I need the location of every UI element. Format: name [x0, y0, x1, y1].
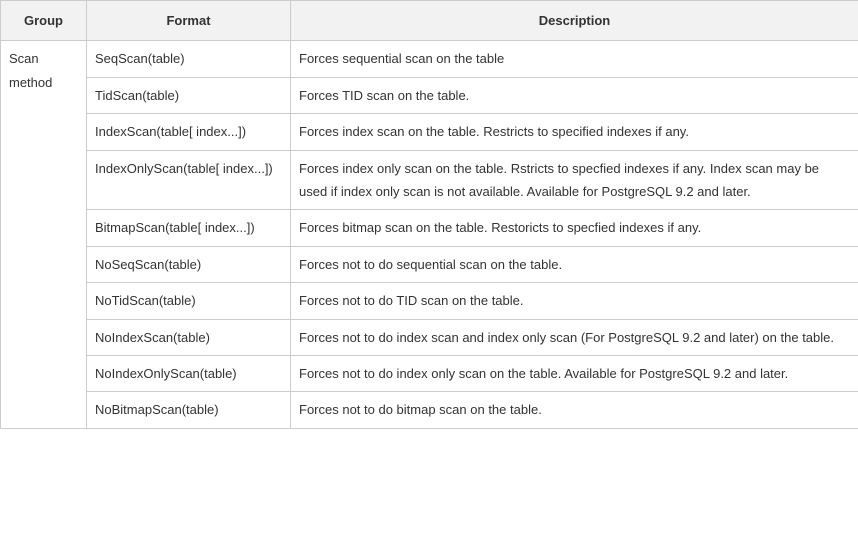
table-row: Scan method SeqScan(table) Forces sequen… [1, 41, 858, 77]
table-row: NoIndexOnlyScan(table) Forces not to do … [1, 355, 858, 391]
table-row: IndexOnlyScan(table[ index...]) Forces i… [1, 150, 858, 210]
format-cell: BitmapScan(table[ index...]) [87, 210, 291, 246]
description-cell: Forces sequential scan on the table [291, 41, 858, 77]
col-header-description: Description [291, 1, 858, 41]
group-cell: Scan method [1, 41, 87, 428]
description-cell: Forces not to do index only scan on the … [291, 355, 858, 391]
description-cell: Forces not to do sequential scan on the … [291, 246, 858, 282]
table-row: TidScan(table) Forces TID scan on the ta… [1, 77, 858, 113]
description-cell: Forces not to do index scan and index on… [291, 319, 858, 355]
col-header-group: Group [1, 1, 87, 41]
col-header-format: Format [87, 1, 291, 41]
table-row: NoBitmapScan(table) Forces not to do bit… [1, 392, 858, 428]
table-row: NoSeqScan(table) Forces not to do sequen… [1, 246, 858, 282]
format-cell: SeqScan(table) [87, 41, 291, 77]
format-cell: NoBitmapScan(table) [87, 392, 291, 428]
format-cell: TidScan(table) [87, 77, 291, 113]
table-row: BitmapScan(table[ index...]) Forces bitm… [1, 210, 858, 246]
format-cell: NoIndexOnlyScan(table) [87, 355, 291, 391]
table-row: NoTidScan(table) Forces not to do TID sc… [1, 283, 858, 319]
description-cell: Forces not to do TID scan on the table. [291, 283, 858, 319]
description-cell: Forces bitmap scan on the table. Restori… [291, 210, 858, 246]
format-cell: IndexScan(table[ index...]) [87, 114, 291, 150]
table-row: IndexScan(table[ index...]) Forces index… [1, 114, 858, 150]
hint-table: Group Format Description Scan method Seq… [0, 0, 858, 429]
format-cell: NoTidScan(table) [87, 283, 291, 319]
format-cell: NoIndexScan(table) [87, 319, 291, 355]
table-header-row: Group Format Description [1, 1, 858, 41]
table-row: NoIndexScan(table) Forces not to do inde… [1, 319, 858, 355]
format-cell: IndexOnlyScan(table[ index...]) [87, 150, 291, 210]
description-cell: Forces index scan on the table. Restrict… [291, 114, 858, 150]
description-cell: Forces TID scan on the table. [291, 77, 858, 113]
description-cell: Forces not to do bitmap scan on the tabl… [291, 392, 858, 428]
format-cell: NoSeqScan(table) [87, 246, 291, 282]
description-cell: Forces index only scan on the table. Rst… [291, 150, 858, 210]
